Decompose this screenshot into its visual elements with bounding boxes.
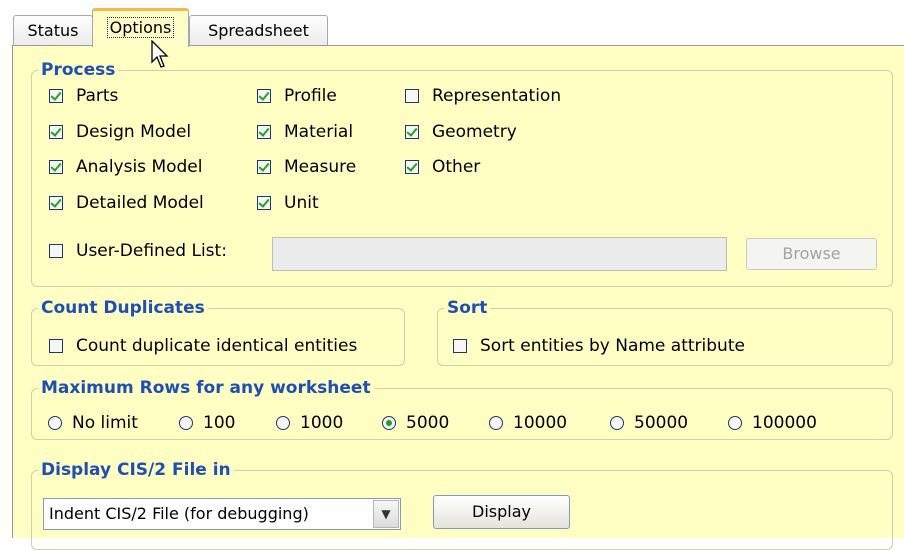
checkbox-other[interactable]: Other bbox=[405, 157, 480, 177]
tab-spreadsheet-label: Spreadsheet bbox=[208, 21, 309, 40]
display-mode-select[interactable]: Indent CIS/2 File (for debugging) ▼ bbox=[43, 498, 401, 530]
browse-button[interactable]: Browse bbox=[746, 238, 877, 270]
user-defined-list-label: User-Defined List: bbox=[76, 241, 227, 261]
max-rows-radio-100-label: 100 bbox=[203, 413, 236, 433]
chevron-down-icon[interactable]: ▼ bbox=[373, 500, 399, 528]
tab-spreadsheet[interactable]: Spreadsheet bbox=[189, 15, 328, 45]
tab-status-label: Status bbox=[27, 21, 79, 40]
checkbox-detailed-model-box[interactable] bbox=[49, 196, 63, 210]
checkbox-representation[interactable]: Representation bbox=[405, 86, 561, 106]
max-rows-radio-10000-button[interactable] bbox=[489, 416, 503, 430]
options-panel: Process Parts Design Model Analysis Model D… bbox=[12, 46, 904, 550]
max-rows-title: Maximum Rows for any worksheet bbox=[41, 378, 371, 398]
checkbox-parts[interactable]: Parts bbox=[49, 86, 118, 106]
user-defined-list-input[interactable] bbox=[272, 237, 727, 271]
max-rows-radio-1000[interactable]: 1000 bbox=[276, 413, 343, 433]
count-duplicates-title: Count Duplicates bbox=[41, 298, 205, 318]
checkbox-material-label: Material bbox=[284, 122, 354, 142]
max-rows-radio-1000-label: 1000 bbox=[300, 413, 344, 433]
checkbox-analysis-model-label: Analysis Model bbox=[76, 157, 203, 177]
max-rows-radio-5000-label: 5000 bbox=[406, 413, 450, 433]
checkbox-material-box[interactable] bbox=[257, 125, 271, 139]
display-mode-value: Indent CIS/2 File (for debugging) bbox=[49, 504, 309, 523]
checkbox-analysis-model-box[interactable] bbox=[49, 160, 63, 174]
max-rows-radio-50000-button[interactable] bbox=[610, 416, 624, 430]
checkbox-parts-label: Parts bbox=[76, 86, 119, 106]
user-defined-list-checkbox[interactable]: User-Defined List: bbox=[49, 241, 227, 261]
checkbox-design-model-label: Design Model bbox=[76, 122, 192, 142]
max-rows-radio-50000[interactable]: 50000 bbox=[610, 413, 688, 433]
checkbox-detailed-model[interactable]: Detailed Model bbox=[49, 193, 204, 213]
checkbox-measure-box[interactable] bbox=[257, 160, 271, 174]
max-rows-radio-100-button[interactable] bbox=[179, 416, 193, 430]
max-rows-radio-5000-button[interactable] bbox=[382, 416, 396, 430]
checkbox-design-model[interactable]: Design Model bbox=[49, 122, 191, 142]
count-duplicates-label: Count duplicate identical entities bbox=[76, 336, 358, 356]
sort-by-name-checkbox-box[interactable] bbox=[453, 339, 467, 353]
display-button-label: Display bbox=[472, 502, 531, 521]
max-rows-radio-1000-button[interactable] bbox=[276, 416, 290, 430]
tab-options-label: Options bbox=[106, 17, 175, 38]
checkbox-parts-box[interactable] bbox=[49, 89, 63, 103]
sort-title: Sort bbox=[447, 298, 488, 318]
tab-strip: Status Options Spreadsheet bbox=[0, 0, 904, 47]
browse-button-label: Browse bbox=[782, 244, 841, 263]
checkbox-representation-box[interactable] bbox=[405, 89, 419, 103]
checkbox-design-model-box[interactable] bbox=[49, 125, 63, 139]
checkbox-other-label: Other bbox=[432, 157, 481, 177]
sort-by-name-label: Sort entities by Name attribute bbox=[480, 336, 745, 356]
max-rows-radio-no-limit[interactable]: No limit bbox=[48, 413, 138, 433]
checkbox-measure[interactable]: Measure bbox=[257, 157, 356, 177]
checkbox-profile-box[interactable] bbox=[257, 89, 271, 103]
user-defined-list-checkbox-box[interactable] bbox=[49, 244, 63, 258]
checkbox-geometry-box[interactable] bbox=[405, 125, 419, 139]
max-rows-radio-10000-label: 10000 bbox=[513, 413, 568, 433]
max-rows-radio-100[interactable]: 100 bbox=[179, 413, 235, 433]
max-rows-radio-100000-button[interactable] bbox=[728, 416, 742, 430]
checkbox-measure-label: Measure bbox=[284, 157, 357, 177]
checkbox-analysis-model[interactable]: Analysis Model bbox=[49, 157, 203, 177]
max-rows-radio-10000[interactable]: 10000 bbox=[489, 413, 567, 433]
checkbox-material[interactable]: Material bbox=[257, 122, 353, 142]
checkbox-detailed-model-label: Detailed Model bbox=[76, 193, 204, 213]
checkbox-other-box[interactable] bbox=[405, 160, 419, 174]
checkbox-unit-box[interactable] bbox=[257, 196, 271, 210]
checkbox-representation-label: Representation bbox=[432, 86, 562, 106]
mouse-cursor-icon bbox=[151, 40, 169, 68]
max-rows-radio-no-limit-label: No limit bbox=[72, 413, 138, 433]
max-rows-radio-100000-label: 100000 bbox=[752, 413, 817, 433]
tab-status[interactable]: Status bbox=[13, 15, 93, 45]
checkbox-unit-label: Unit bbox=[284, 193, 319, 213]
checkbox-geometry[interactable]: Geometry bbox=[405, 122, 517, 142]
process-title: Process bbox=[41, 60, 116, 80]
count-duplicates-checkbox[interactable]: Count duplicate identical entities bbox=[49, 336, 357, 356]
checkbox-unit[interactable]: Unit bbox=[257, 193, 319, 213]
checkbox-profile-label: Profile bbox=[284, 86, 337, 106]
max-rows-radio-no-limit-button[interactable] bbox=[48, 416, 62, 430]
max-rows-radio-50000-label: 50000 bbox=[634, 413, 689, 433]
checkbox-geometry-label: Geometry bbox=[432, 122, 517, 142]
sort-by-name-checkbox[interactable]: Sort entities by Name attribute bbox=[453, 336, 745, 356]
max-rows-radio-100000[interactable]: 100000 bbox=[728, 413, 817, 433]
max-rows-radio-5000[interactable]: 5000 bbox=[382, 413, 449, 433]
display-button[interactable]: Display bbox=[433, 495, 570, 529]
count-duplicates-checkbox-box[interactable] bbox=[49, 339, 63, 353]
checkbox-profile[interactable]: Profile bbox=[257, 86, 337, 106]
display-title: Display CIS/2 File in bbox=[41, 460, 231, 480]
tab-options[interactable]: Options bbox=[92, 8, 189, 47]
